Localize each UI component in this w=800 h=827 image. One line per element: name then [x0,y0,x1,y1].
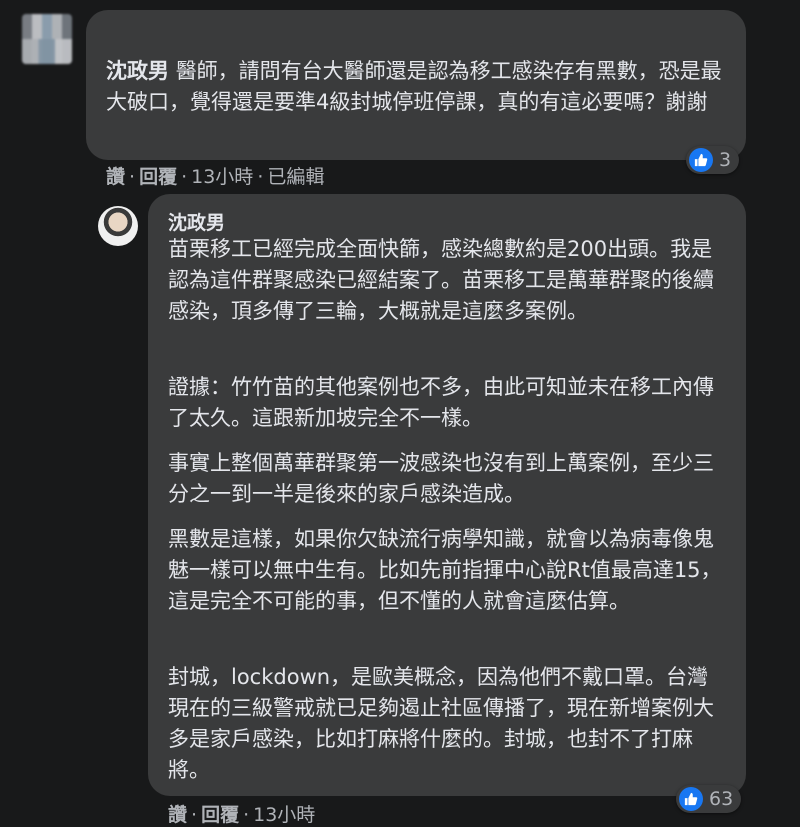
reaction-summary[interactable]: 3 [686,146,740,174]
like-thumb-icon [679,787,703,811]
reply-reaction-summary[interactable]: 63 [676,785,742,813]
timestamp[interactable]: 13小時 [191,166,253,188]
comment-actions: 讚 · 回覆 · 13小時 · 已編輯 [106,166,325,188]
comment-body: 沈政男 醫師，請問有台大醫師還是認為移工感染存有黑數，恐是最大破口，覺得還是要準… [106,56,736,118]
reply-paragraph: 事實上整個萬華群聚第一波感染也沒有到上萬案例，至少三分之一到一半是後來的家戶感染… [168,451,714,506]
edited-label: 已編輯 [267,166,325,188]
reply-author-name[interactable]: 沈政男 [168,208,225,235]
reply-bubble: 沈政男 苗栗移工已經完成全面快篩，感染總數約是200出頭。我是認為這件群聚感染已… [148,194,746,796]
reaction-count: 63 [709,788,734,810]
like-button[interactable]: 讚 [106,166,125,188]
like-button[interactable]: 讚 [168,804,187,826]
reply-button[interactable]: 回覆 [201,804,239,826]
comment-bubble: 沈政男 醫師，請問有台大醫師還是認為移工感染存有黑數，恐是最大破口，覺得還是要準… [86,10,746,160]
reply-paragraph: 封城，lockdown，是歐美概念，因為他們不戴口罩。台灣現在的三級警戒就已足夠… [168,665,714,782]
reply-button[interactable]: 回覆 [139,166,177,188]
timestamp[interactable]: 13小時 [253,804,315,826]
reply-paragraph: 證據：竹竹苗的其他案例也不多，由此可知並未在移工內傳了太久。這跟新加坡完全不一樣… [168,375,714,430]
like-thumb-icon [689,148,713,172]
reply-paragraph: 黑數是這樣，如果你欠缺流行病學知識，就會以為病毒像鬼魅一樣可以無中生有。比如先前… [168,527,722,613]
reaction-count: 3 [719,149,732,171]
commenter-avatar-blurred[interactable] [22,14,72,64]
comment-text: 醫師，請問有台大醫師還是認為移工感染存有黑數，恐是最大破口，覺得還是要準4級封城… [106,59,722,114]
mention-author[interactable]: 沈政男 [106,59,169,83]
reply-author-avatar[interactable] [98,206,138,246]
reply-actions: 讚 · 回覆 · 13小時 [168,804,316,826]
reply-paragraph: 苗栗移工已經完成全面快篩，感染總數約是200出頭。我是認為這件群聚感染已經結案了… [168,237,714,323]
